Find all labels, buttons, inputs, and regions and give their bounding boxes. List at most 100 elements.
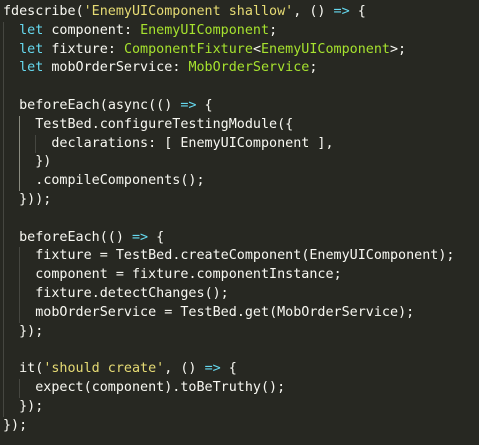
code-line[interactable]: fixture = TestBed.createComponent(EnemyU… — [0, 247, 479, 267]
code-token: beforeEach — [19, 97, 100, 113]
code-line[interactable]: TestBed.configureTestingModule({ — [0, 115, 479, 135]
code-token: ComponentFixture — [123, 41, 253, 57]
indent-guide — [3, 247, 4, 267]
code-token: createComponent — [180, 248, 302, 264]
code-line[interactable]: let fixture: ComponentFixture<EnemyUICom… — [0, 40, 479, 60]
code-token: TestBed — [180, 304, 237, 320]
code-token: fixture — [132, 267, 189, 283]
code-line[interactable]: })); — [0, 190, 479, 210]
code-token: }); — [19, 323, 44, 339]
code-token: configureTestingModule — [99, 116, 278, 132]
code-editor[interactable]: fdescribe('EnemyUIComponent shallow', ()… — [0, 0, 479, 445]
indent-guide — [19, 247, 21, 267]
code-token: < — [252, 41, 261, 57]
indent-guide — [19, 378, 21, 398]
code-token: = — [156, 304, 181, 320]
code-line[interactable]: }) — [0, 153, 479, 173]
code-line[interactable]: let mobOrderService: MobOrderService; — [0, 59, 479, 79]
indent-guide — [19, 153, 21, 173]
indent-guide — [3, 59, 4, 79]
code-line[interactable]: }); — [0, 417, 479, 436]
code-token: mobOrderService — [35, 304, 157, 320]
code-token: . — [188, 267, 197, 283]
code-line[interactable]: it('should create', () => { — [0, 360, 479, 379]
code-line[interactable]: .compileComponents(); — [0, 172, 479, 191]
indent-guide — [3, 172, 4, 191]
indent-guide — [3, 78, 4, 97]
code-token: ; — [269, 22, 278, 38]
indent-guide — [19, 303, 21, 323]
code-line[interactable] — [0, 209, 479, 229]
code-token: mobOrderService — [51, 60, 173, 76]
code-token: })); — [19, 191, 52, 207]
code-token: => — [132, 229, 149, 245]
indent-guide — [3, 360, 4, 379]
code-token: ], — [309, 135, 334, 151]
code-token: compileComponents — [43, 173, 181, 189]
code-token: . — [91, 285, 100, 301]
code-token: : — [172, 60, 189, 76]
code-token: fdescribe — [3, 4, 76, 19]
code-token: (() — [99, 229, 132, 245]
code-token: get — [244, 304, 270, 320]
code-token: : [ — [148, 135, 181, 151]
code-token: (); — [180, 173, 205, 189]
code-token: => — [180, 97, 197, 113]
code-line[interactable]: component = fixture.componentInstance; — [0, 266, 479, 285]
code-line[interactable]: beforeEach(async(() => { — [0, 96, 479, 116]
code-token: 'should create' — [43, 361, 165, 377]
code-line[interactable]: fixture.detectChanges(); — [0, 284, 479, 304]
code-token: ( — [75, 4, 84, 19]
indent-guide — [3, 341, 4, 361]
code-token: componentInstance — [196, 267, 334, 283]
indent-guide — [3, 284, 4, 304]
code-line[interactable]: mobOrderService = TestBed.get(MobOrderSe… — [0, 303, 479, 323]
code-line[interactable]: }); — [0, 322, 479, 342]
code-line[interactable]: }); — [0, 397, 479, 417]
code-token: EnemyUIComponent — [261, 41, 390, 57]
indent-guide — [3, 209, 4, 229]
indent-guide — [3, 153, 4, 173]
code-line[interactable]: expect(component).toBeTruthy(); — [0, 378, 479, 398]
code-line[interactable]: let component: EnemyUIComponent; — [0, 21, 479, 41]
code-token: = — [91, 248, 116, 264]
code-token: expect — [35, 379, 84, 395]
indent-guide — [19, 284, 21, 304]
indent-guide — [19, 115, 21, 135]
code-line[interactable] — [0, 341, 479, 361]
code-token: TestBed — [115, 248, 173, 264]
indent-guide — [3, 303, 4, 323]
code-line[interactable] — [0, 78, 479, 97]
indent-guide — [3, 397, 4, 417]
indent-guide — [3, 322, 4, 342]
code-line[interactable]: beforeEach(() => { — [0, 228, 479, 248]
code-token: ( — [269, 304, 278, 320]
indent-guide — [3, 115, 4, 135]
code-token: let — [19, 22, 44, 38]
code-token: TestBed — [35, 116, 92, 132]
code-token: fixture — [35, 285, 92, 301]
code-token: >; — [390, 41, 407, 57]
indent-guide — [3, 21, 4, 41]
indent-guide — [19, 266, 21, 285]
code-token: EnemyUIComponent — [180, 135, 310, 151]
code-token: fixture — [51, 41, 108, 57]
code-token: ); — [398, 304, 415, 320]
code-token: it — [19, 361, 36, 377]
code-token: . — [91, 116, 100, 132]
code-line[interactable]: fdescribe('EnemyUIComponent shallow', ()… — [0, 3, 479, 22]
code-token: { — [349, 4, 366, 19]
indent-guide — [3, 266, 4, 285]
indent-guide — [3, 96, 4, 116]
code-token: toBeTruthy — [180, 379, 261, 395]
code-line[interactable]: declarations: [ EnemyUIComponent ], — [0, 134, 479, 154]
code-token: EnemyUIComponent — [309, 248, 439, 264]
code-token: => — [333, 4, 350, 19]
